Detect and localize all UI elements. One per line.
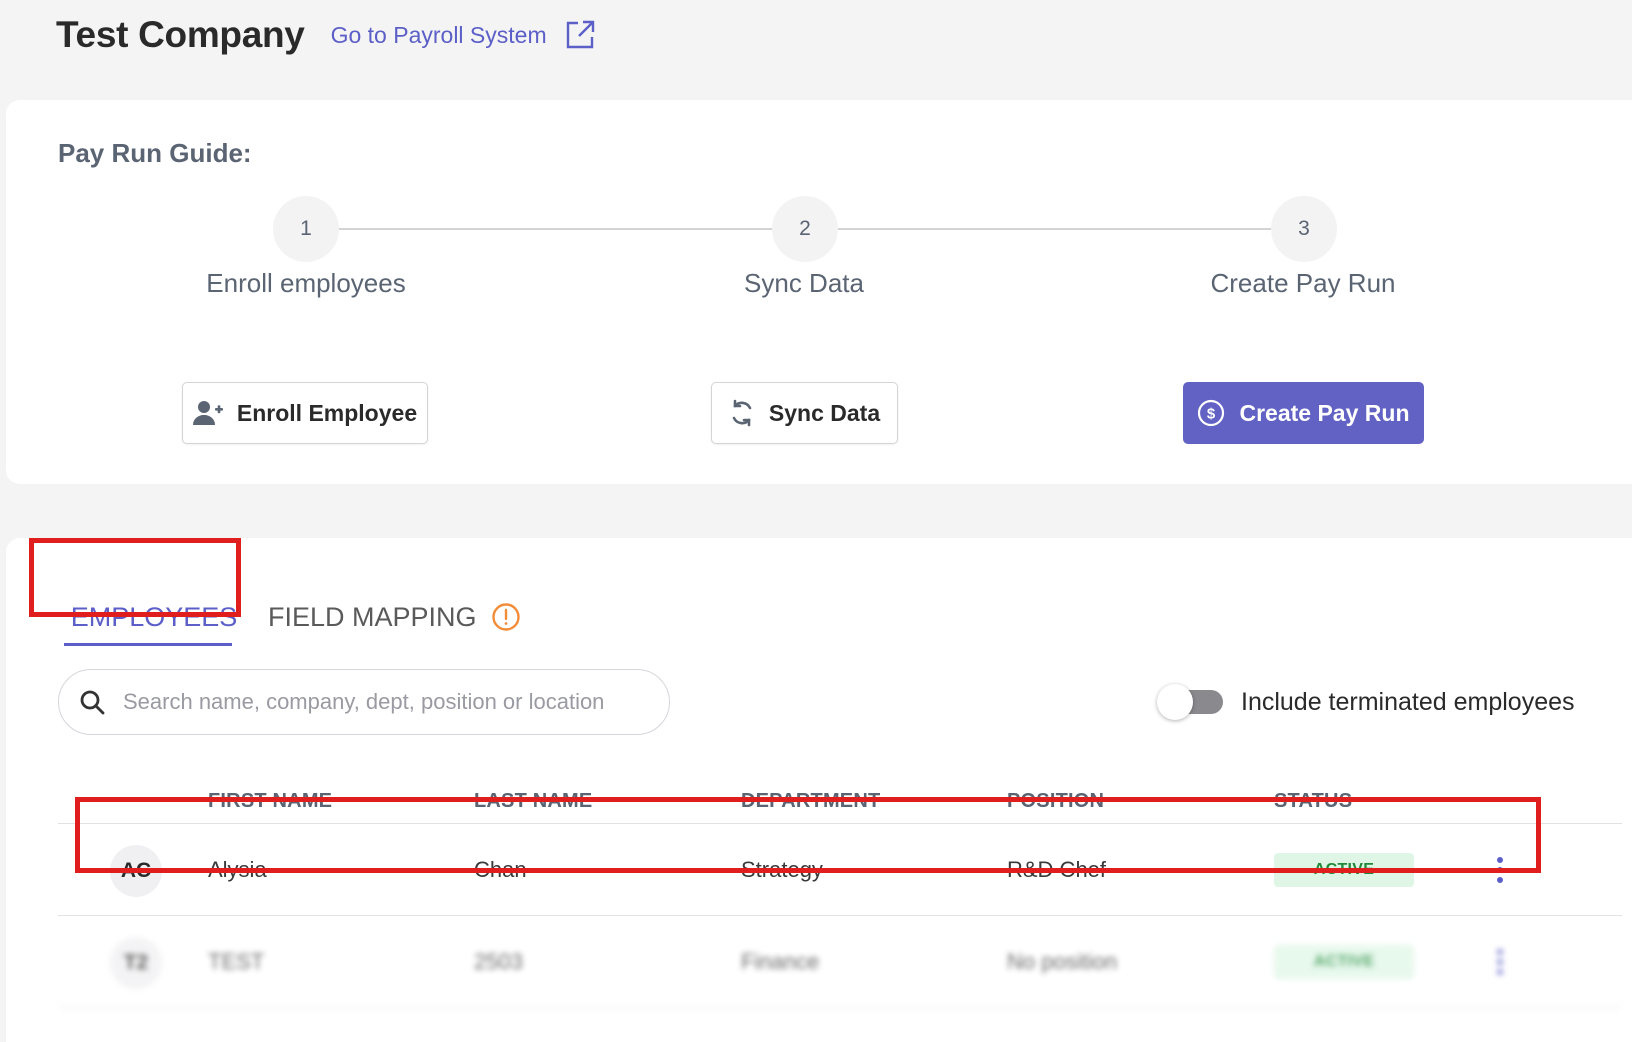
step-3-circle: 3 — [1271, 196, 1337, 262]
step-connector — [338, 228, 774, 230]
enroll-employee-label: Enroll Employee — [236, 399, 418, 426]
page-header: Test Company Go to Payroll System — [56, 12, 597, 58]
employees-card: EMPLOYEES FIELD MAPPING Include terminat… — [6, 538, 1632, 1042]
tab-field-mapping-label: FIELD MAPPING — [268, 601, 477, 632]
sync-data-button[interactable]: Sync Data — [711, 382, 898, 444]
employees-table: FIRST NAME LAST NAME DEPARTMENT POSITION… — [58, 752, 1622, 1008]
tab-employees-label: EMPLOYEES — [70, 601, 238, 632]
create-pay-run-label: Create Pay Run — [1239, 399, 1410, 426]
cell-first-name: Alysia — [208, 857, 267, 882]
sync-data-label: Sync Data — [768, 399, 881, 426]
cell-position: No position — [1007, 949, 1118, 974]
cell-last-name: Chan — [474, 857, 527, 882]
warning-circle-icon — [491, 603, 520, 631]
table-row[interactable]: AC Alysia Chan Strategy R&D Chef ACTIVE — [58, 824, 1622, 916]
table-header: FIRST NAME LAST NAME DEPARTMENT POSITION… — [58, 752, 1622, 824]
cell-department: Finance — [741, 949, 820, 974]
tab-employees[interactable]: EMPLOYEES — [56, 578, 252, 656]
column-header-department[interactable]: DEPARTMENT — [741, 790, 880, 813]
search-input[interactable] — [123, 689, 623, 715]
dollar-circle-icon: $ — [1198, 399, 1225, 427]
create-pay-run-button[interactable]: $ Create Pay Run — [1183, 382, 1424, 444]
cell-department: Strategy — [741, 857, 823, 882]
column-header-first-name[interactable]: FIRST NAME — [208, 790, 332, 813]
sync-icon — [732, 399, 752, 427]
guide-title: Pay Run Guide: — [58, 138, 252, 168]
svg-text:$: $ — [1207, 406, 1216, 423]
row-actions-kebab-icon[interactable] — [1490, 848, 1510, 892]
table-row[interactable]: T2 TEST 2503 Finance No position ACTIVE — [58, 916, 1622, 1008]
column-header-position[interactable]: POSITION — [1007, 790, 1104, 813]
step-connector — [838, 228, 1274, 230]
payroll-link-label: Go to Payroll System — [330, 21, 547, 48]
step-2-circle: 2 — [772, 196, 838, 262]
include-terminated-control: Include terminated employees — [1157, 678, 1575, 726]
cell-last-name: 2503 — [474, 949, 523, 974]
cell-first-name: TEST — [208, 949, 265, 974]
pay-run-guide-card: Pay Run Guide: 1 2 3 Enroll employees Sy… — [6, 100, 1632, 484]
cell-position: R&D Chef — [1007, 857, 1107, 882]
step-3-label: Create Pay Run — [1210, 268, 1396, 298]
status-badge: ACTIVE — [1274, 853, 1414, 887]
company-title: Test Company — [56, 14, 305, 55]
step-1-circle: 1 — [273, 196, 339, 262]
include-terminated-toggle[interactable] — [1157, 684, 1223, 720]
add-user-icon — [192, 401, 223, 425]
active-tab-indicator — [64, 643, 232, 646]
step-2-label: Sync Data — [744, 268, 864, 298]
toggle-knob — [1157, 684, 1193, 720]
avatar: T2 — [110, 937, 162, 989]
row-actions-kebab-icon[interactable] — [1490, 940, 1510, 984]
step-1-label: Enroll employees — [206, 268, 406, 298]
status-badge: ACTIVE — [1274, 945, 1414, 979]
tab-bar: EMPLOYEES FIELD MAPPING — [56, 578, 521, 656]
go-to-payroll-link[interactable]: Go to Payroll System — [331, 18, 597, 52]
search-icon — [80, 690, 105, 715]
include-terminated-label: Include terminated employees — [1241, 687, 1575, 716]
employee-search — [58, 669, 670, 735]
tab-field-mapping[interactable]: FIELD MAPPING — [252, 578, 521, 656]
column-header-last-name[interactable]: LAST NAME — [474, 790, 592, 813]
avatar: AC — [110, 845, 162, 897]
enroll-employee-button[interactable]: Enroll Employee — [182, 382, 428, 444]
external-link-icon — [566, 20, 594, 49]
column-header-status[interactable]: STATUS — [1274, 790, 1352, 813]
